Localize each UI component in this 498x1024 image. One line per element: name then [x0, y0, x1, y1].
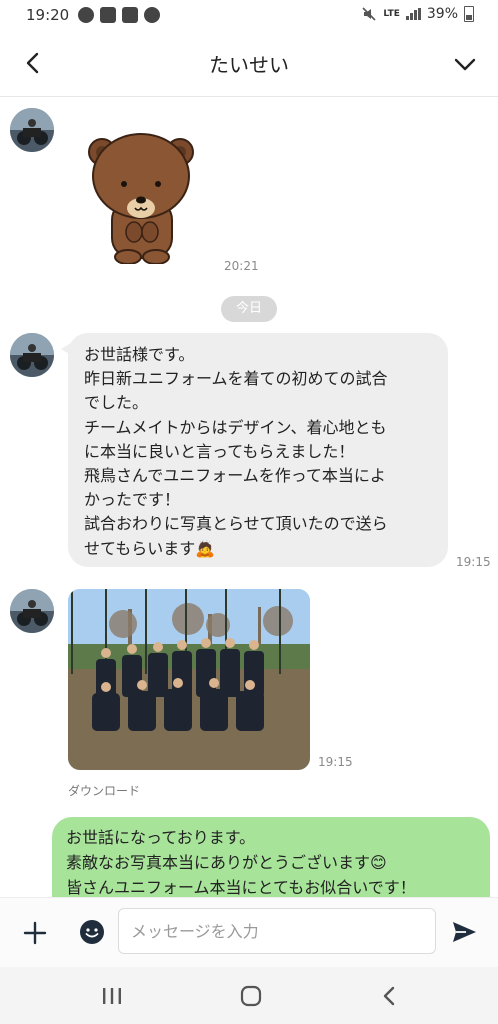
- incoming-message-bubble[interactable]: お世話様です。 昨日新ユニフォームを着ての初めての試合 でした。 チームメイトか…: [61, 333, 448, 567]
- battery-percent: 39%: [426, 6, 458, 22]
- message-time: 19:15: [318, 755, 353, 769]
- avatar[interactable]: [10, 108, 54, 152]
- message-line: 素敵なお写真本当にありがとうございます😊: [66, 853, 387, 872]
- message-line: 皆さんユニフォーム本当にとてもお似合いです！: [66, 878, 416, 897]
- message-line: に本当に良いと言ってもらえました！: [84, 441, 355, 461]
- message-line: でした。: [84, 393, 149, 413]
- app-icon: [100, 7, 116, 23]
- battery-icon: [464, 6, 474, 22]
- message-time: 19:15: [456, 555, 491, 569]
- message-time: 20:21: [224, 259, 259, 273]
- signal-icon: [405, 8, 421, 20]
- nav-back-icon[interactable]: [372, 981, 406, 1011]
- message-line: 試合おわりに写真とらせて頂いたので送ら: [84, 514, 388, 534]
- network-type: LTE: [383, 8, 400, 19]
- home-icon[interactable]: [234, 981, 268, 1011]
- status-right: LTE 39%: [361, 6, 474, 22]
- download-link[interactable]: ダウンロード: [68, 782, 140, 799]
- wifi-calling-icon: [144, 7, 160, 23]
- outgoing-message-bubble[interactable]: お世話になっております。 素敵なお写真本当にありがとうございます😊 皆さんユニフ…: [52, 817, 490, 897]
- emoji-icon[interactable]: [78, 918, 106, 946]
- message-line: お世話様です。: [84, 345, 195, 364]
- message-line: せてもらいます🙇: [84, 538, 216, 558]
- send-icon[interactable]: [450, 918, 478, 946]
- chat-header: たいせい: [0, 34, 498, 97]
- message-line: 昨日新ユニフォームを着ての初めての試合: [84, 369, 388, 389]
- chevron-down-icon[interactable]: [452, 52, 478, 78]
- date-divider: 今日: [221, 296, 277, 322]
- mute-icon: [362, 7, 376, 21]
- app-icon-2: [122, 7, 138, 23]
- system-nav-bar: [0, 967, 498, 1024]
- avatar[interactable]: [10, 333, 54, 377]
- status-bar: 19:20 LTE 39%: [0, 0, 498, 34]
- message-line: お世話になっております。: [66, 828, 256, 847]
- message-input[interactable]: [118, 908, 436, 954]
- recent-apps-icon[interactable]: [95, 981, 129, 1011]
- team-photo[interactable]: [68, 589, 310, 770]
- notification-icons: [78, 7, 160, 23]
- message-line: チームメイトからはデザイン、着心地とも: [84, 417, 387, 437]
- message-line: かったです！: [84, 490, 181, 510]
- message-line: 飛鳥さんでユニフォームを作って本当によ: [84, 466, 386, 486]
- plus-icon[interactable]: [22, 920, 48, 946]
- status-time: 19:20: [26, 6, 70, 24]
- avatar[interactable]: [10, 589, 54, 633]
- bear-sticker[interactable]: [88, 128, 196, 264]
- chat-title: たいせい: [209, 53, 289, 77]
- shazam-icon: [78, 7, 94, 23]
- chat-area[interactable]: 20:21 今日 お世話様です。 昨日新ユニフォームを着ての初めての試合 でした…: [0, 97, 498, 897]
- message-input-bar: [0, 897, 498, 968]
